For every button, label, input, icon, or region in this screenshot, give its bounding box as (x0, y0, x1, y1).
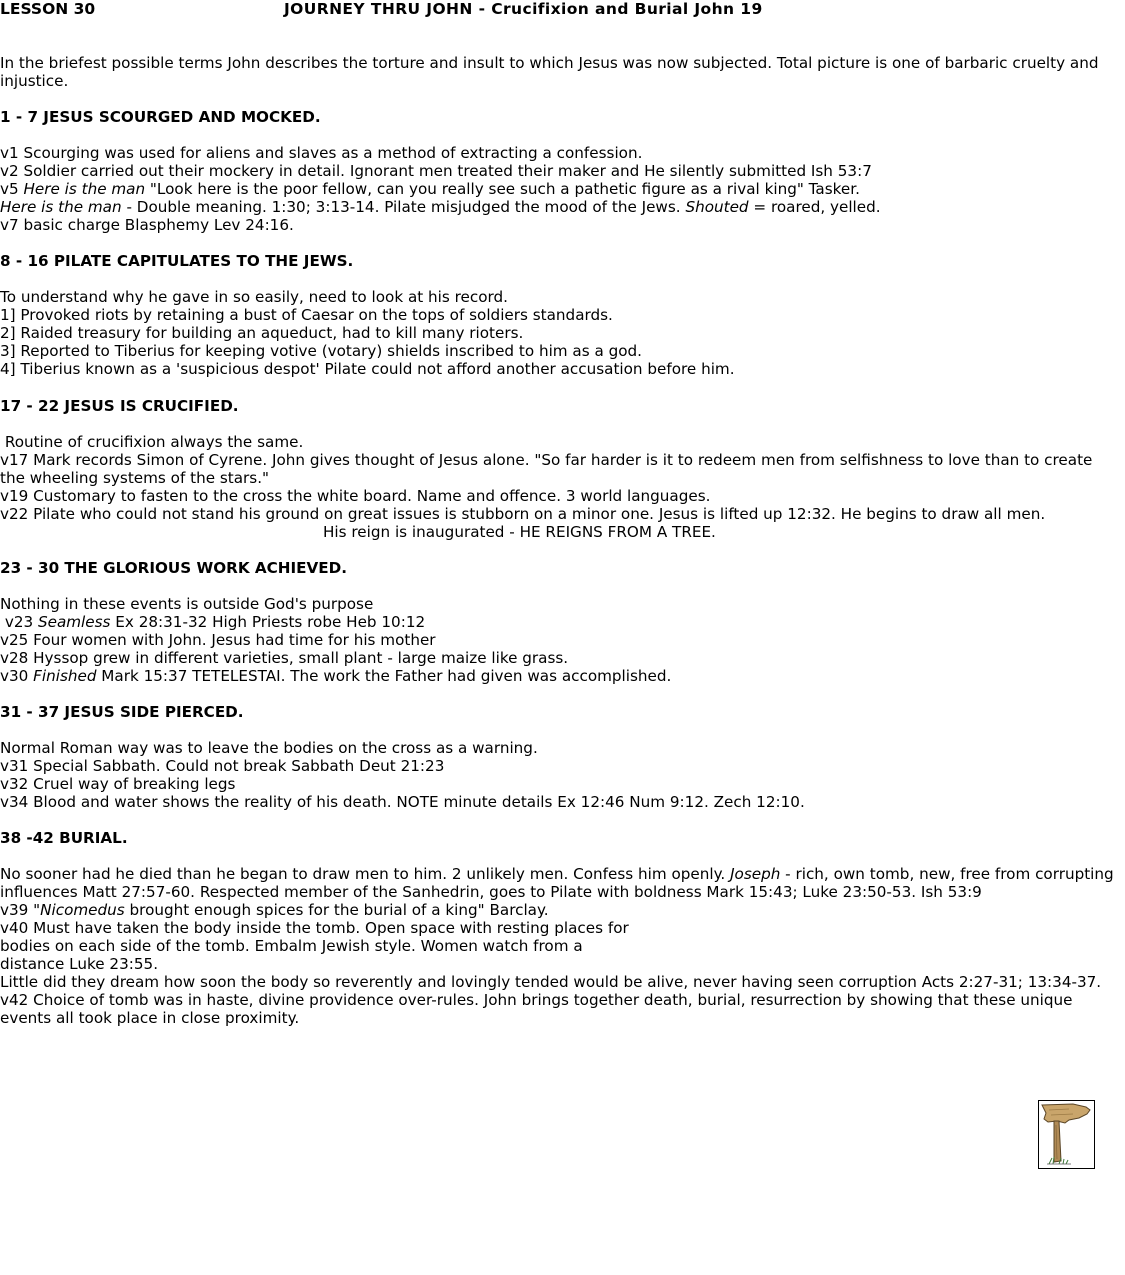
verse-line: No sooner had he died than he began to d… (0, 865, 1114, 901)
signpost-icon (1038, 1100, 1095, 1169)
verse-line: Normal Roman way was to leave the bodies… (0, 739, 538, 757)
list-item: 1] Provoked riots by retaining a bust of… (0, 306, 613, 324)
section-heading-pilate: 8 - 16 PILATE CAPITULATES TO THE JEWS. (0, 252, 354, 270)
verse-line: distance Luke 23:55. (0, 955, 159, 973)
lesson-body: In the briefest possible terms John desc… (0, 54, 1120, 1027)
verse-line: v2 Soldier carried out their mockery in … (0, 162, 872, 180)
verse-line: v19 Customary to fasten to the cross the… (0, 487, 711, 505)
section-heading-crucified: 17 - 22 JESUS IS CRUCIFIED. (0, 397, 239, 415)
verse-line: v34 Blood and water shows the reality of… (0, 793, 805, 811)
page-title: JOURNEY THRU JOHN - Crucifixion and Buri… (284, 0, 763, 18)
section-heading-burial: 38 -42 BURIAL. (0, 829, 128, 847)
verse-line: Little did they dream how soon the body … (0, 973, 1102, 991)
list-item: 3] Reported to Tiberius for keeping voti… (0, 342, 643, 360)
verse-line: v30 Finished Mark 15:37 TETELESTAI. The … (0, 667, 672, 685)
verse-line: v7 basic charge Blasphemy Lev 24:16. (0, 216, 294, 234)
lesson-number: LESSON 30 (0, 0, 96, 18)
verse-line: v39 "Nicomedus brought enough spices for… (0, 901, 549, 919)
verse-line: v28 Hyssop grew in different varieties, … (0, 649, 569, 667)
verse-line: v5 Here is the man "Look here is the poo… (0, 180, 860, 198)
verse-line: v31 Special Sabbath. Could not break Sab… (0, 757, 445, 775)
verse-line: v23 Seamless Ex 28:31-32 High Priests ro… (0, 613, 426, 631)
page-header: LESSON 30 JOURNEY THRU JOHN - Crucifixio… (0, 0, 1125, 20)
verse-line: v32 Cruel way of breaking legs (0, 775, 236, 793)
centered-statement: His reign is inaugurated - HE REIGNS FRO… (323, 523, 716, 541)
verse-line: bodies on each side of the tomb. Embalm … (0, 937, 583, 955)
verse-line: v25 Four women with John. Jesus had time… (0, 631, 436, 649)
verse-line: v40 Must have taken the body inside the … (0, 919, 629, 937)
list-item: 2] Raided treasury for building an aqued… (0, 324, 524, 342)
verse-line: v42 Choice of tomb was in haste, divine … (0, 991, 1073, 1027)
section-heading-side-pierced: 31 - 37 JESUS SIDE PIERCED. (0, 703, 244, 721)
section-heading-scourged: 1 - 7 JESUS SCOURGED AND MOCKED. (0, 108, 321, 126)
section-heading-work-achieved: 23 - 30 THE GLORIOUS WORK ACHIEVED. (0, 559, 348, 577)
verse-line: v1 Scourging was used for aliens and sla… (0, 144, 643, 162)
verse-line: v17 Mark records Simon of Cyrene. John g… (0, 451, 1093, 487)
list-item: 4] Tiberius known as a 'suspicious despo… (0, 360, 735, 378)
verse-line: Routine of crucifixion always the same. (0, 433, 304, 451)
verse-line: Nothing in these events is outside God's… (0, 595, 374, 613)
verse-line: Here is the man - Double meaning. 1:30; … (0, 198, 881, 216)
verse-line: To understand why he gave in so easily, … (0, 288, 508, 306)
verse-line: v22 Pilate who could not stand his groun… (0, 505, 1046, 523)
intro-paragraph: In the briefest possible terms John desc… (0, 54, 1099, 90)
